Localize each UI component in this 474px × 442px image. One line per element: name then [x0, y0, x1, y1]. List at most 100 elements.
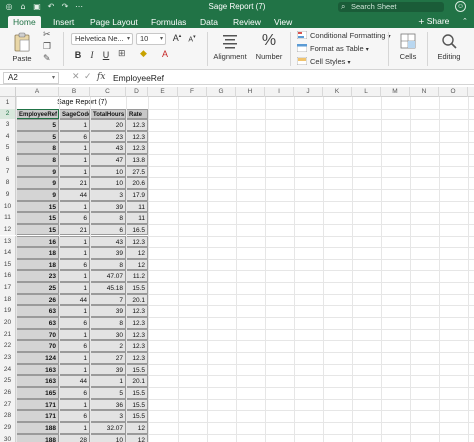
- row-header-10[interactable]: 10: [0, 200, 16, 213]
- tab-data[interactable]: Data: [195, 16, 223, 28]
- row-header-25[interactable]: 25: [0, 375, 16, 387]
- header-cell-c[interactable]: TotalHours: [90, 109, 126, 119]
- column-header-c[interactable]: C: [90, 87, 126, 97]
- data-cell-c[interactable]: 3: [90, 188, 126, 201]
- data-cell-a[interactable]: 8: [16, 153, 59, 166]
- data-cell-c[interactable]: 39: [90, 363, 126, 376]
- row-header-16[interactable]: 16: [0, 270, 16, 283]
- column-header-f[interactable]: F: [178, 87, 207, 97]
- data-cell-a[interactable]: 25: [16, 282, 59, 294]
- number-button[interactable]: % Number: [253, 32, 285, 61]
- data-cell-c[interactable]: 8: [90, 317, 126, 329]
- column-header-i[interactable]: I: [265, 87, 294, 97]
- data-cell-a[interactable]: 163: [16, 363, 59, 376]
- tab-view[interactable]: View: [269, 16, 297, 28]
- spreadsheet-grid[interactable]: ABCDEFGHIJKLMNO 1 2 3 4 5 6 7 8 9 10 11 12 13 14 15 16 1…: [0, 87, 474, 442]
- data-cell-b[interactable]: 6: [59, 258, 90, 271]
- data-cell-d[interactable]: 15.5: [126, 410, 148, 422]
- data-cell-c[interactable]: 10: [90, 165, 126, 178]
- data-cell-c[interactable]: 20: [90, 119, 126, 131]
- data-cell-d[interactable]: 12.3: [126, 119, 148, 131]
- data-cell-c[interactable]: 39: [90, 247, 126, 259]
- data-cell-d[interactable]: 11: [126, 200, 148, 213]
- data-cell-d[interactable]: 15.5: [126, 363, 148, 376]
- select-all-corner[interactable]: [0, 87, 16, 97]
- row-header-26[interactable]: 26: [0, 386, 16, 399]
- name-box[interactable]: A2 ▾: [3, 72, 59, 84]
- bold-button[interactable]: B: [72, 50, 84, 60]
- data-cell-d[interactable]: 17.9: [126, 188, 148, 201]
- format-as-table-button[interactable]: Format as Table ▾: [297, 44, 369, 53]
- row-header-1[interactable]: 1: [0, 97, 16, 109]
- format-painter-icon[interactable]: ✎: [43, 54, 51, 64]
- data-cell-c[interactable]: 5: [90, 386, 126, 399]
- font-size-dropdown[interactable]: 10 ▾: [136, 33, 166, 45]
- data-cell-d[interactable]: 15.5: [126, 398, 148, 411]
- row-header-28[interactable]: 28: [0, 410, 16, 422]
- data-cell-c[interactable]: 8: [90, 258, 126, 271]
- data-cell-a[interactable]: 188: [16, 421, 59, 434]
- row-header-21[interactable]: 21: [0, 328, 16, 341]
- data-cell-c[interactable]: 10: [90, 433, 126, 442]
- header-cell-a[interactable]: EmployeeRef: [16, 109, 59, 119]
- data-cell-c[interactable]: 47.07: [90, 270, 126, 283]
- data-cell-c[interactable]: 47: [90, 153, 126, 166]
- row-header-5[interactable]: 5: [0, 142, 16, 154]
- data-cell-a[interactable]: 171: [16, 398, 59, 411]
- tab-insert[interactable]: Insert: [48, 16, 79, 28]
- data-cell-b[interactable]: 1: [59, 142, 90, 154]
- column-header-j[interactable]: J: [294, 87, 323, 97]
- data-cell-b[interactable]: 1: [59, 119, 90, 131]
- data-cell-d[interactable]: 27.5: [126, 165, 148, 178]
- data-cell-c[interactable]: 39: [90, 305, 126, 318]
- data-cell-a[interactable]: 15: [16, 200, 59, 213]
- cut-icon[interactable]: ✂: [43, 30, 51, 40]
- row-header-12[interactable]: 12: [0, 223, 16, 236]
- data-cell-b[interactable]: 28: [59, 433, 90, 442]
- paste-button[interactable]: Paste: [8, 32, 36, 63]
- row-header-4[interactable]: 4: [0, 130, 16, 143]
- data-cell-b[interactable]: 1: [59, 282, 90, 294]
- data-cell-a[interactable]: 163: [16, 375, 59, 387]
- data-cell-b[interactable]: 1: [59, 165, 90, 178]
- data-cell-b[interactable]: 1: [59, 153, 90, 166]
- data-cell-a[interactable]: 18: [16, 247, 59, 259]
- data-cell-b[interactable]: 1: [59, 247, 90, 259]
- data-cell-a[interactable]: 124: [16, 352, 59, 364]
- data-cell-b[interactable]: 1: [59, 352, 90, 364]
- row-header-17[interactable]: 17: [0, 282, 16, 294]
- column-header-n[interactable]: N: [410, 87, 439, 97]
- row-header-13[interactable]: 13: [0, 235, 16, 248]
- data-cell-d[interactable]: 20.1: [126, 293, 148, 306]
- data-cell-d[interactable]: 16.5: [126, 223, 148, 236]
- font-name-dropdown[interactable]: Helvetica Ne... ▾: [71, 33, 133, 45]
- data-cell-b[interactable]: 6: [59, 340, 90, 352]
- data-cell-c[interactable]: 43: [90, 235, 126, 248]
- data-cell-d[interactable]: 12.3: [126, 142, 148, 154]
- data-cell-a[interactable]: 15: [16, 212, 59, 224]
- column-header-d[interactable]: D: [126, 87, 148, 97]
- column-header-b[interactable]: B: [59, 87, 90, 97]
- data-cell-a[interactable]: 70: [16, 328, 59, 341]
- row-header-3[interactable]: 3: [0, 119, 16, 131]
- data-cell-b[interactable]: 6: [59, 317, 90, 329]
- row-header-22[interactable]: 22: [0, 340, 16, 352]
- data-cell-c[interactable]: 8: [90, 212, 126, 224]
- data-cell-c[interactable]: 10: [90, 177, 126, 189]
- row-header-14[interactable]: 14: [0, 247, 16, 259]
- row-header-19[interactable]: 19: [0, 305, 16, 318]
- data-cell-a[interactable]: 23: [16, 270, 59, 283]
- data-cell-d[interactable]: 15.5: [126, 282, 148, 294]
- insert-function-icon[interactable]: fx: [97, 72, 105, 82]
- column-header-e[interactable]: E: [148, 87, 178, 97]
- row-header-29[interactable]: 29: [0, 421, 16, 434]
- data-cell-d[interactable]: 11.2: [126, 270, 148, 283]
- row-header-27[interactable]: 27: [0, 398, 16, 411]
- search-sheet-input[interactable]: ⌕ Search Sheet: [338, 2, 444, 12]
- borders-icon[interactable]: ⊞: [118, 49, 126, 59]
- row-header-11[interactable]: 11: [0, 212, 16, 224]
- share-button[interactable]: + Share: [418, 16, 449, 26]
- data-cell-a[interactable]: 9: [16, 177, 59, 189]
- data-cell-a[interactable]: 9: [16, 165, 59, 178]
- data-cell-b[interactable]: 44: [59, 188, 90, 201]
